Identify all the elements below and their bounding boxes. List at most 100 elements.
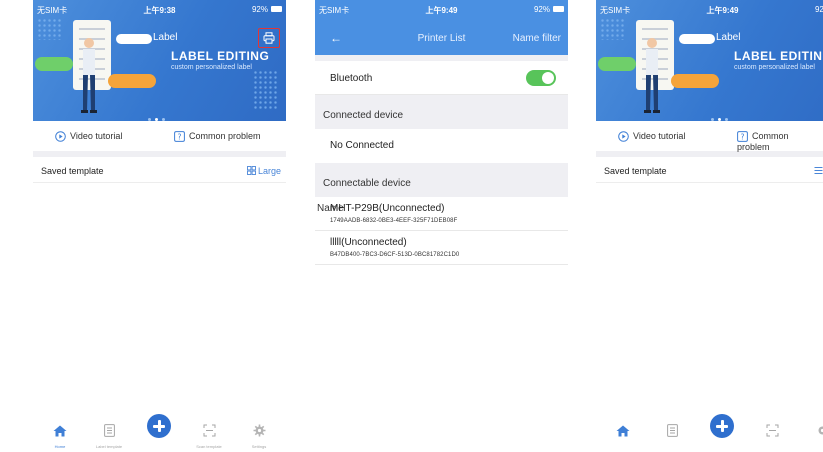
tab-label-template[interactable] <box>657 424 687 442</box>
saved-template-header: Saved template Large <box>33 157 286 183</box>
battery-percent: 92% <box>814 5 823 14</box>
create-label-button[interactable] <box>710 414 734 438</box>
banner-brand: Label <box>153 32 178 43</box>
tab-label-template[interactable]: Label template <box>94 424 124 449</box>
device-name: lllll(Unconnected) <box>330 237 407 248</box>
view-mode-label: Large <box>257 166 281 176</box>
name-filter-button[interactable]: Name filter <box>513 33 561 44</box>
carousel-pager <box>146 108 167 121</box>
battery-icon <box>271 6 282 12</box>
printer-button[interactable] <box>258 28 280 48</box>
tab-label-template-label: Label template <box>95 444 123 449</box>
illustration-tag-green <box>598 57 636 71</box>
svg-text:?: ? <box>741 133 745 142</box>
tab-scan-template-label: Scan template <box>196 444 222 449</box>
banner-subtitle: custom personalized label <box>171 64 252 71</box>
view-mode-toggle[interactable] <box>814 166 823 177</box>
common-problem-link[interactable]: ? Common problem <box>174 131 261 143</box>
status-bar: 无SIM卡 上午9:38 92% <box>33 0 286 18</box>
illustration-tag-white <box>116 34 152 44</box>
device-uuid: 1749AADB-6832-0BE3-4EEF-325F71DEB08F <box>330 218 458 224</box>
tab-scan-template[interactable] <box>757 424 787 442</box>
banner-title: LABEL EDITING <box>734 49 823 63</box>
gear-icon <box>818 426 823 435</box>
nav-bar: 无SIM卡 上午9:49 92% ← Printer List Name fil… <box>315 0 568 55</box>
home-icon <box>616 425 630 437</box>
create-label-button[interactable] <box>147 414 171 438</box>
quick-links: Video tutorial ? Common problem <box>596 121 823 152</box>
banner-carousel[interactable]: 无SIM卡 上午9:49 92% Label LABEL EDITING cus… <box>596 0 823 121</box>
common-problem-link[interactable]: ? Common problem <box>737 131 823 152</box>
banner-title: LABEL EDITING <box>171 49 270 63</box>
scan-icon <box>766 424 778 437</box>
tab-bar <box>596 414 823 452</box>
bluetooth-toggle[interactable] <box>526 70 556 86</box>
tab-scan-template[interactable]: Scan template <box>194 424 224 449</box>
document-icon <box>103 424 115 437</box>
saved-template-header: Saved template <box>596 157 823 183</box>
home-icon <box>53 425 67 437</box>
scan-icon <box>203 424 215 437</box>
banner-dot-pattern <box>600 18 624 40</box>
illustration-person <box>644 38 660 113</box>
connectable-section-header: Connectable device <box>315 163 568 197</box>
device-row[interactable]: Name MHT-P29B(Unconnected) 1749AADB-6832… <box>315 197 568 231</box>
gear-icon <box>253 424 265 437</box>
video-tutorial-label: Video tutorial <box>633 131 686 141</box>
saved-template-label: Saved template <box>604 166 667 176</box>
connected-device-status: No Connected <box>330 140 394 151</box>
illustration-tag-orange <box>108 74 156 88</box>
grid-icon <box>247 166 256 175</box>
play-circle-icon <box>55 131 66 142</box>
illustration-tag-white <box>679 34 715 44</box>
clock-text: 上午9:49 <box>706 6 739 15</box>
banner-carousel[interactable]: 无SIM卡 上午9:38 92% Label LABEL EDITING cus… <box>33 0 286 121</box>
home-screen: 无SIM卡 上午9:38 92% Label LABEL EDITING cus… <box>33 0 286 452</box>
play-circle-icon <box>618 131 629 142</box>
clock-text: 上午9:49 <box>425 6 458 15</box>
quick-links: Video tutorial ? Common problem <box>33 121 286 151</box>
tab-home[interactable]: Home <box>45 424 75 449</box>
connected-section-header: Connected device <box>315 95 568 129</box>
status-bar: 无SIM卡 上午9:49 92% <box>315 0 568 18</box>
illustration-tag-green <box>35 57 73 71</box>
connected-header-label: Connected device <box>323 110 404 121</box>
connected-device-row: No Connected <box>315 129 568 163</box>
bluetooth-label: Bluetooth <box>330 73 373 84</box>
device-row[interactable]: lllll(Unconnected) B47DB400-7BC3-D6CF-51… <box>315 231 568 265</box>
status-bar: 无SIM卡 上午9:49 92% <box>596 0 823 18</box>
list-icon <box>814 167 823 174</box>
banner-subtitle: custom personalized label <box>734 64 815 71</box>
bluetooth-row: Bluetooth <box>315 61 568 95</box>
svg-text:?: ? <box>178 133 182 142</box>
common-problem-label: Common problem <box>189 131 261 141</box>
printer-icon <box>263 32 275 44</box>
tab-settings-label: Settings <box>251 444 267 449</box>
illustration-tag-orange <box>671 74 719 88</box>
tab-bar: Home Label template Scan template Settin… <box>33 414 286 452</box>
tab-settings[interactable]: Settings <box>244 424 274 449</box>
tab-home[interactable] <box>608 424 638 442</box>
saved-template-label: Saved template <box>41 166 104 176</box>
question-box-icon: ? <box>737 131 748 143</box>
banner-dot-pattern <box>37 18 61 40</box>
tab-home-label: Home <box>54 444 66 449</box>
carousel-pager <box>709 108 730 121</box>
device-uuid: B47DB400-7BC3-D6CF-513D-0BC81782C1D0 <box>330 252 460 258</box>
question-box-icon: ? <box>174 131 185 143</box>
connectable-header-label: Connectable device <box>323 178 411 189</box>
video-tutorial-link[interactable]: Video tutorial <box>618 131 685 142</box>
tab-settings[interactable] <box>807 424 823 442</box>
illustration-person <box>81 38 97 113</box>
view-mode-toggle[interactable]: Large <box>247 166 281 176</box>
document-icon <box>666 424 678 437</box>
battery-percent: 92% <box>533 5 550 14</box>
video-tutorial-link[interactable]: Video tutorial <box>55 131 122 142</box>
banner-brand: Label <box>716 32 741 43</box>
printer-list-screen: 无SIM卡 上午9:49 92% ← Printer List Name fil… <box>315 0 568 452</box>
device-name: MHT-P29B(Unconnected) <box>330 203 445 214</box>
clock-text: 上午9:38 <box>143 6 176 15</box>
banner-dot-pattern <box>253 70 279 110</box>
battery-icon <box>553 6 564 12</box>
battery-percent: 92% <box>251 5 268 14</box>
